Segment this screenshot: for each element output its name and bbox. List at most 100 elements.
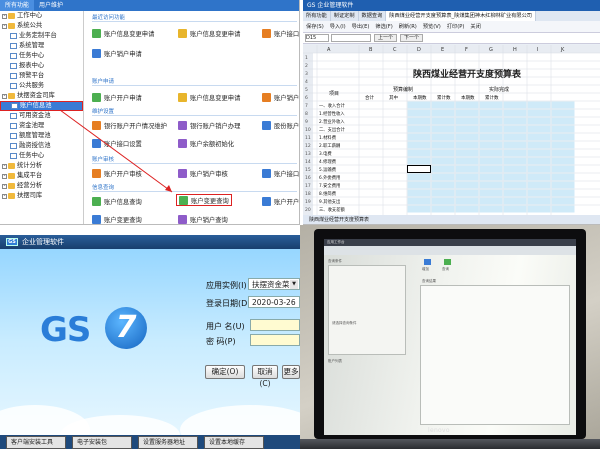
- column-header: C: [393, 47, 397, 53]
- row-number: 16: [305, 175, 311, 181]
- data-cell: [527, 125, 551, 133]
- instance-select[interactable]: 扶摆资金菜单 ▼: [248, 278, 300, 290]
- data-cell: [431, 101, 455, 109]
- next-button[interactable]: 下一个: [400, 34, 424, 42]
- row-label: 9.其他支出: [319, 198, 340, 205]
- data-cell: [503, 197, 527, 205]
- data-cell: [527, 205, 551, 213]
- data-cell: [431, 181, 455, 189]
- data-cell: [551, 205, 575, 213]
- screen-search: 查询: [442, 267, 449, 271]
- data-cell: [479, 149, 503, 157]
- row-label: 3.电费: [319, 150, 332, 157]
- row-number: 13: [305, 151, 311, 157]
- tab-query[interactable]: 数据查询: [359, 11, 387, 21]
- row-label: 2.营业外收入: [319, 118, 345, 125]
- login-bottom-bar: 客户端安装工具 电子安装包 设置服务器地址 设置本地缓存: [0, 435, 300, 449]
- password-input[interactable]: [250, 334, 300, 346]
- ok-button[interactable]: 确定(O): [205, 365, 245, 379]
- screen-result-label: 查询结果: [422, 279, 436, 283]
- refresh-button[interactable]: 刷新(R): [396, 23, 420, 30]
- tab-report[interactable]: 陕西煤业经营开支度预算表_陕煤集团神木红柳林矿业有限公司: [386, 11, 536, 21]
- red-arrow: [59, 109, 173, 193]
- chevron-down-icon[interactable]: ▼: [290, 280, 298, 289]
- row-label: 7.安全费用: [319, 182, 340, 189]
- data-cell: [503, 133, 527, 141]
- report-toolbar: 保存(S) 导入(I) 导出(E) 筛选(F) 刷新(R) 预览(V) 打印(P…: [303, 21, 600, 33]
- data-cell: [551, 197, 575, 205]
- data-cell: [551, 149, 575, 157]
- local-cache-button[interactable]: 设置本地缓存: [204, 436, 264, 449]
- data-cell: [431, 173, 455, 181]
- row-label: 5.运输费: [319, 166, 337, 173]
- row-number: 15: [305, 167, 311, 173]
- data-cell: [503, 101, 527, 109]
- cancel-button[interactable]: 取消(C): [252, 365, 278, 388]
- data-cell: [407, 197, 431, 205]
- row-number: 19: [305, 199, 311, 205]
- header-sub: 累计数: [485, 94, 499, 101]
- column-header: H: [513, 47, 517, 53]
- install-package-button[interactable]: 电子安装包: [72, 436, 132, 449]
- filter-button[interactable]: 筛选(F): [372, 23, 395, 30]
- client-install-button[interactable]: 客户端安装工具: [6, 436, 66, 449]
- data-cell: [407, 101, 431, 109]
- screen-query-label: 查询条件: [328, 259, 342, 263]
- data-cell: [455, 117, 479, 125]
- formula-input[interactable]: [331, 34, 371, 42]
- lenovo-logo: lenovo: [428, 427, 450, 434]
- print-button[interactable]: 打印(P): [444, 23, 468, 30]
- data-cell: [479, 141, 503, 149]
- data-cell: [503, 149, 527, 157]
- data-cell: [479, 189, 503, 197]
- header-sub: 其中: [389, 94, 398, 101]
- data-cell: [503, 117, 527, 125]
- data-cell: [407, 205, 431, 213]
- selected-cell: [407, 165, 431, 173]
- login-window: GS 企业管理软件 GS 7 应用实例(I) 扶摆资金菜单 ▼ 登录日期(D) 2…: [0, 235, 300, 449]
- column-header: I: [537, 47, 538, 53]
- date-field[interactable]: 2020-03-26: [248, 296, 300, 308]
- screen-query-box: [328, 265, 406, 355]
- row-label: 2.职工薪酬: [319, 142, 340, 149]
- cell-reference[interactable]: D15: [305, 34, 329, 42]
- row-label: 1.材料费: [319, 134, 337, 141]
- data-cell: [455, 133, 479, 141]
- spreadsheet[interactable]: A B C D E F G H I J K 1 2 3 4 5 6 7 8 9 10 11 12 13 14 15 16 17 18 19…: [303, 45, 600, 215]
- tab-custom[interactable]: 制证定制: [331, 11, 359, 21]
- tab-all[interactable]: 所有功能: [303, 11, 331, 21]
- row-number: 3: [305, 71, 308, 77]
- more-button[interactable]: 更多(M): [282, 365, 300, 379]
- laptop-screen: 应用工作台 查询条件 请选择查询条件 账户列表 增加 查询 查询结果: [324, 239, 576, 435]
- preview-button[interactable]: 预览(V): [420, 23, 444, 30]
- export-button[interactable]: 导出(E): [349, 23, 373, 30]
- report-window: GS 企业管理软件 所有功能 制证定制 数据查询 陕西煤业经营开支度预算表_陕煤…: [303, 0, 600, 225]
- row-number: 12: [305, 143, 311, 149]
- data-cell: [455, 141, 479, 149]
- column-header-strip: [303, 45, 600, 53]
- data-cell: [455, 173, 479, 181]
- server-address-button[interactable]: 设置服务器地址: [138, 436, 198, 449]
- data-cell: [455, 197, 479, 205]
- header-sub: 本期数: [413, 94, 427, 101]
- username-input[interactable]: [250, 319, 300, 331]
- row-number: 1: [305, 55, 308, 61]
- data-cell: [527, 117, 551, 125]
- data-cell: [455, 125, 479, 133]
- import-button[interactable]: 导入(I): [327, 23, 349, 30]
- data-cell: [527, 149, 551, 157]
- column-header: F: [465, 47, 468, 53]
- sheet-tab[interactable]: 陕西煤业经营开支度预算表: [303, 215, 600, 224]
- add-icon: [424, 259, 431, 265]
- search-icon: [444, 259, 451, 265]
- report-titlebar: GS 企业管理软件: [303, 0, 600, 11]
- data-cell: [527, 141, 551, 149]
- row-number: 2: [305, 63, 308, 69]
- report-tabs: 所有功能 制证定制 数据查询 陕西煤业经营开支度预算表_陕煤集团神木红柳林矿业有…: [303, 11, 600, 21]
- data-cell: [551, 157, 575, 165]
- save-button[interactable]: 保存(S): [303, 23, 327, 30]
- close-button[interactable]: 关闭: [467, 23, 483, 30]
- row-header-strip: [303, 53, 313, 215]
- data-cell: [551, 189, 575, 197]
- prev-button[interactable]: 上一个: [374, 34, 398, 42]
